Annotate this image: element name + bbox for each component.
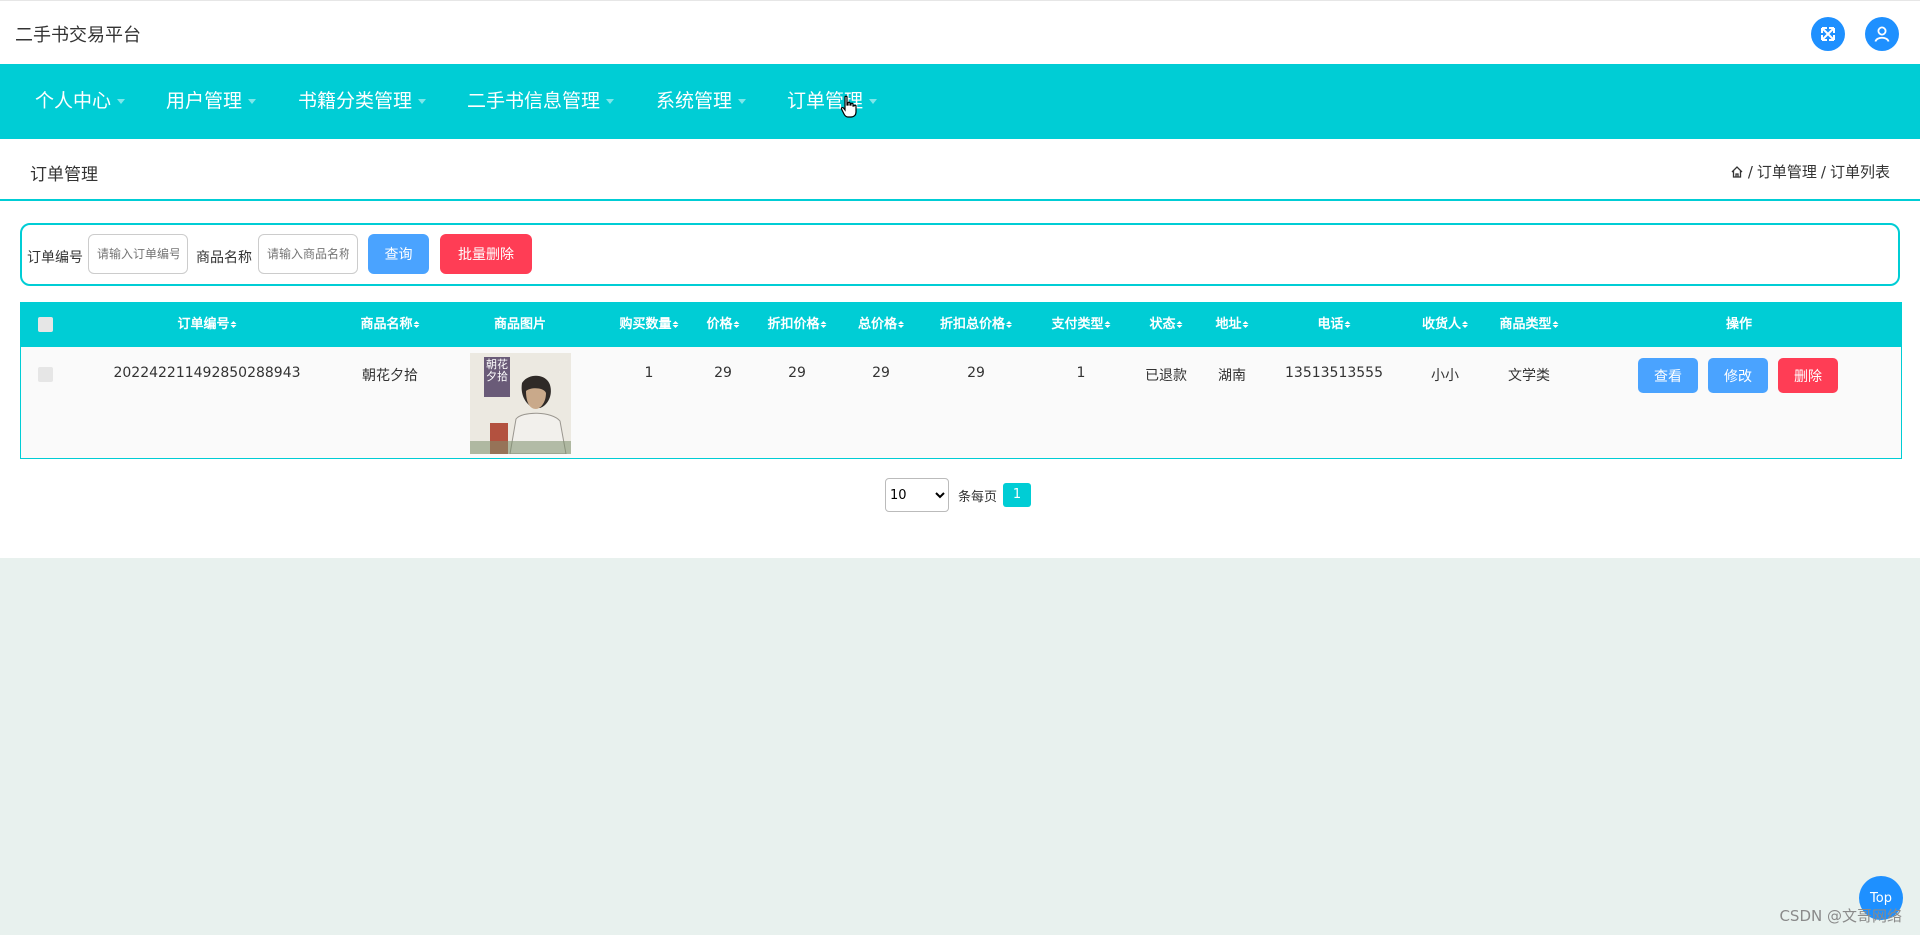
breadcrumb-separator: / bbox=[1820, 162, 1826, 181]
sort-icon bbox=[1462, 321, 1469, 328]
cell-order-no: 202242211492850288943 bbox=[113, 365, 301, 381]
product-name-input[interactable] bbox=[258, 234, 358, 274]
order-table: 订单编号 商品名称 商品图片 购买数量 价格 折扣价格 总价格 折扣总价格 支付… bbox=[20, 302, 1902, 459]
edit-button[interactable]: 修改 bbox=[1708, 358, 1768, 393]
breadcrumb-separator: / bbox=[1747, 162, 1753, 181]
nav-item-used-book-info[interactable]: 二手书信息管理 bbox=[467, 64, 615, 139]
order-no-label: 订单编号 bbox=[27, 250, 83, 266]
column-header-receiver[interactable]: 收货人 bbox=[1422, 303, 1469, 347]
breadcrumb-level1[interactable]: 订单管理 bbox=[1757, 161, 1817, 182]
column-header-discount-price[interactable]: 折扣价格 bbox=[767, 303, 827, 347]
cell-product-name: 朝花夕拾 bbox=[362, 368, 418, 384]
row-checkbox[interactable] bbox=[38, 367, 53, 382]
caret-down-icon bbox=[738, 99, 747, 104]
watermark: CSDN @文哥网络 bbox=[1779, 907, 1902, 925]
cell-price: 29 bbox=[714, 365, 732, 381]
column-header-pay-type[interactable]: 支付类型 bbox=[1051, 303, 1111, 347]
column-header-discount-total[interactable]: 折扣总价格 bbox=[940, 303, 1013, 347]
breadcrumb-level2: 订单列表 bbox=[1829, 163, 1890, 181]
cell-phone: 13513513555 bbox=[1285, 365, 1383, 381]
sort-icon bbox=[898, 321, 905, 328]
caret-down-icon bbox=[869, 99, 878, 104]
nav-item-book-category[interactable]: 书籍分类管理 bbox=[298, 64, 427, 139]
batch-delete-button[interactable]: 批量删除 bbox=[440, 234, 532, 274]
order-no-input[interactable] bbox=[88, 234, 188, 274]
main-content: 订单编号 商品名称 查询 批量删除 订单编号 商品名称 商品图片 购买数量 价格… bbox=[0, 201, 1920, 558]
cell-receiver: 小小 bbox=[1431, 368, 1459, 384]
caret-down-icon bbox=[117, 99, 126, 104]
nav-item-personal-center[interactable]: 个人中心 bbox=[35, 64, 126, 139]
column-header-price[interactable]: 价格 bbox=[706, 303, 740, 347]
breadcrumb-bar: 订单管理 / 订单管理 / 订单列表 bbox=[0, 139, 1920, 201]
breadcrumb: / 订单管理 / 订单列表 bbox=[1730, 161, 1890, 182]
nav-item-label: 用户管理 bbox=[166, 90, 243, 112]
cell-pay-type: 1 bbox=[1076, 365, 1086, 381]
sort-icon bbox=[1006, 321, 1013, 328]
sort-icon bbox=[1552, 321, 1559, 328]
column-header-address[interactable]: 地址 bbox=[1215, 303, 1249, 347]
expand-icon bbox=[1821, 27, 1835, 41]
sort-icon bbox=[1104, 321, 1111, 328]
column-header-order-no[interactable]: 订单编号 bbox=[177, 303, 237, 347]
column-header-total-price[interactable]: 总价格 bbox=[858, 303, 905, 347]
sort-icon bbox=[733, 321, 740, 328]
per-page-label: 条每页 bbox=[958, 489, 998, 505]
nav-item-system-management[interactable]: 系统管理 bbox=[656, 64, 747, 139]
cell-discount-price: 29 bbox=[788, 365, 806, 381]
column-header-product-type[interactable]: 商品类型 bbox=[1499, 303, 1559, 347]
sort-icon bbox=[1344, 321, 1351, 328]
home-icon[interactable] bbox=[1730, 165, 1744, 179]
nav-item-order-management[interactable]: 订单管理 bbox=[787, 64, 878, 139]
nav-item-user-management[interactable]: 用户管理 bbox=[166, 64, 257, 139]
cell-status: 已退款 bbox=[1145, 368, 1187, 384]
caret-down-icon bbox=[248, 99, 257, 104]
column-header-phone[interactable]: 电话 bbox=[1317, 303, 1351, 347]
column-header-quantity[interactable]: 购买数量 bbox=[619, 303, 679, 347]
top-header: 二手书交易平台 bbox=[0, 0, 1920, 64]
select-all-checkbox[interactable] bbox=[38, 317, 53, 332]
fullscreen-button[interactable] bbox=[1811, 17, 1845, 51]
cell-quantity: 1 bbox=[644, 365, 654, 381]
cell-discount-total: 29 bbox=[967, 365, 985, 381]
query-button[interactable]: 查询 bbox=[368, 234, 429, 274]
user-icon bbox=[1874, 26, 1890, 42]
column-header-product-image: 商品图片 bbox=[493, 317, 547, 332]
page-title: 订单管理 bbox=[30, 165, 98, 185]
view-button[interactable]: 查看 bbox=[1638, 358, 1698, 393]
cover-title: 朝花夕拾 bbox=[486, 358, 508, 383]
main-nav: 个人中心 用户管理 书籍分类管理 二手书信息管理 系统管理 订单管理 bbox=[0, 64, 1920, 139]
nav-item-label: 二手书信息管理 bbox=[467, 90, 601, 112]
cell-total-price: 29 bbox=[872, 365, 890, 381]
cell-address: 湖南 bbox=[1218, 368, 1246, 384]
table-header: 订单编号 商品名称 商品图片 购买数量 价格 折扣价格 总价格 折扣总价格 支付… bbox=[21, 303, 1901, 347]
page-size-select[interactable]: 10 bbox=[885, 478, 949, 512]
sort-icon bbox=[1176, 321, 1183, 328]
sort-icon bbox=[672, 321, 679, 328]
caret-down-icon bbox=[418, 99, 427, 104]
column-header-actions: 操作 bbox=[1725, 317, 1753, 332]
sort-icon bbox=[230, 321, 237, 328]
app-title: 二手书交易平台 bbox=[15, 25, 141, 46]
sort-icon bbox=[413, 321, 420, 328]
sort-icon bbox=[820, 321, 827, 328]
sort-icon bbox=[1242, 321, 1249, 328]
search-form: 订单编号 商品名称 查询 批量删除 bbox=[20, 223, 1900, 286]
user-button[interactable] bbox=[1865, 17, 1899, 51]
delete-button[interactable]: 删除 bbox=[1778, 358, 1838, 393]
hand-cursor-icon bbox=[840, 95, 857, 118]
column-header-status[interactable]: 状态 bbox=[1149, 303, 1183, 347]
product-name-label: 商品名称 bbox=[196, 250, 252, 266]
cell-product-type: 文学类 bbox=[1508, 368, 1550, 384]
pagination: 10 条每页 1 bbox=[885, 478, 1032, 512]
nav-item-label: 个人中心 bbox=[35, 90, 112, 112]
cell-product-image[interactable]: 朝花夕拾 bbox=[470, 353, 571, 455]
nav-item-label: 系统管理 bbox=[656, 90, 733, 112]
column-header-product-name[interactable]: 商品名称 bbox=[360, 303, 420, 347]
nav-item-label: 书籍分类管理 bbox=[298, 90, 413, 112]
caret-down-icon bbox=[606, 99, 615, 104]
current-page-button[interactable]: 1 bbox=[1003, 483, 1032, 507]
